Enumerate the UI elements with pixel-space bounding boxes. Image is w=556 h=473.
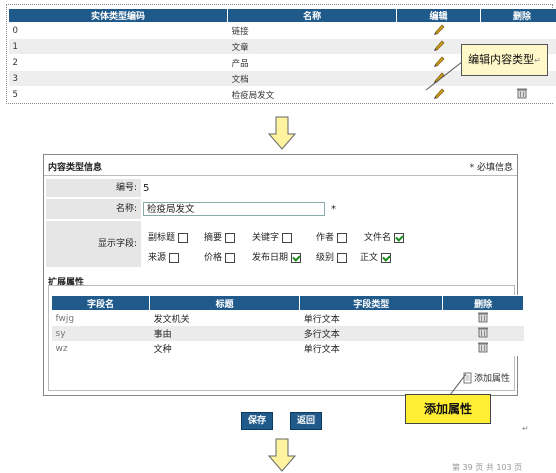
row-code: 3 [9,71,228,87]
checkbox[interactable] [381,253,391,263]
table-row: sy 事由 多行文本 [52,326,524,341]
ext-field-name: fwjg [52,311,150,327]
field-option-label: 关键字 [252,233,279,243]
table-row: wz 文种 单行文本 [52,341,524,356]
ext-field-type: 单行文本 [300,311,443,327]
field-option[interactable]: 来源 [148,250,179,263]
field-option-label: 摘要 [204,233,222,243]
checkbox[interactable] [394,233,404,243]
fields-label: 显示字段: [46,221,141,267]
field-option[interactable]: 文件名 [364,230,404,243]
checkbox[interactable] [282,233,292,243]
trash-icon[interactable] [477,311,489,323]
page-footer: 第 39 页 共 103 页 [452,462,522,473]
add-attr-label: 添加属性 [474,374,510,384]
row-name: 文档 [228,71,397,87]
field-option-label: 副标题 [148,233,175,243]
col-header-code[interactable]: 实体类型编码 [9,9,228,23]
form-title: 内容类型信息 [48,160,102,173]
down-arrow-icon [268,438,296,472]
ext-field-type: 单行文本 [300,341,443,356]
pencil-icon[interactable] [432,39,446,51]
paragraph-mark: ↵ [522,424,529,433]
field-option[interactable]: 价格 [204,250,235,263]
ext-field-title: 事由 [150,326,300,341]
field-option[interactable]: 级别 [316,250,347,263]
id-value: 5 [143,183,149,194]
content-type-form: 内容类型信息 * 必填信息 编号: 5 名称: 检疫局发文 * 显示字段: 副标… [43,154,518,396]
name-required-star: * [331,204,336,215]
callout-pointer [420,60,465,95]
checkbox[interactable] [337,253,347,263]
row-code: 2 [9,55,228,71]
id-label: 编号: [46,179,141,197]
row-name: 检疫局发文 [228,87,397,103]
row-code: 5 [9,87,228,103]
field-option[interactable]: 副标题 [148,230,188,243]
col-header-delete: 删除 [443,296,524,311]
ext-field-type: 多行文本 [300,326,443,341]
ext-field-name: sy [52,326,150,341]
ext-field-title: 文种 [150,341,300,356]
trash-icon[interactable] [477,341,489,353]
col-header-name[interactable]: 名称 [228,9,397,23]
checkbox[interactable] [178,233,188,243]
checkbox[interactable] [291,253,301,263]
pencil-icon[interactable] [432,23,446,35]
trash-icon[interactable] [477,326,489,338]
field-option[interactable]: 发布日期 [252,250,301,263]
field-option[interactable]: 摘要 [204,230,235,243]
col-header-title: 标题 [150,296,300,311]
down-arrow-icon [268,116,296,150]
field-option-label: 正文 [360,253,378,263]
col-header-field: 字段名 [52,296,150,311]
back-button[interactable]: 返回 [290,412,322,430]
field-option-label: 发布日期 [252,253,288,263]
field-option-label: 文件名 [364,233,391,243]
row-code: 1 [9,39,228,55]
save-button[interactable]: 保存 [241,412,273,430]
table-row: 5 检疫局发文 [9,87,556,103]
form-header: 内容类型信息 * 必填信息 [44,155,517,176]
ext-attr-table: 字段名 标题 字段类型 删除 fwjg 发文机关 单行文本 sy 事由 多行文本… [51,295,524,356]
col-header-edit: 编辑 [397,9,481,23]
checkbox[interactable] [225,253,235,263]
table-row: fwjg 发文机关 单行文本 [52,311,524,327]
callout-edit-type: 编辑内容类型↵ [461,44,548,76]
row-name: 链接 [228,23,397,39]
row-name: 产品 [228,55,397,71]
callout-edit-type-text: 编辑内容类型 [468,53,534,66]
checkbox[interactable] [169,253,179,263]
ext-field-name: wz [52,341,150,356]
field-option-label: 级别 [316,253,334,263]
field-option[interactable]: 作者 [316,230,347,243]
field-option[interactable]: 关键字 [252,230,292,243]
ext-field-title: 发文机关 [150,311,300,327]
col-header-delete: 删除 [481,9,556,23]
trash-icon[interactable] [516,87,528,99]
row-name: 文章 [228,39,397,55]
row-code: 0 [9,23,228,39]
col-header-type: 字段类型 [300,296,443,311]
field-option[interactable]: 正文 [360,250,391,263]
field-option-label: 作者 [316,233,334,243]
checkbox[interactable] [225,233,235,243]
callout-add-attr: 添加属性 [405,394,491,424]
name-input[interactable]: 检疫局发文 [143,202,325,216]
checkbox[interactable] [337,233,347,243]
field-option-label: 价格 [204,253,222,263]
table-row: 0 链接 [9,23,556,39]
name-label: 名称: [46,199,141,219]
required-note: * 必填信息 [470,160,513,173]
field-option-label: 来源 [148,253,166,263]
